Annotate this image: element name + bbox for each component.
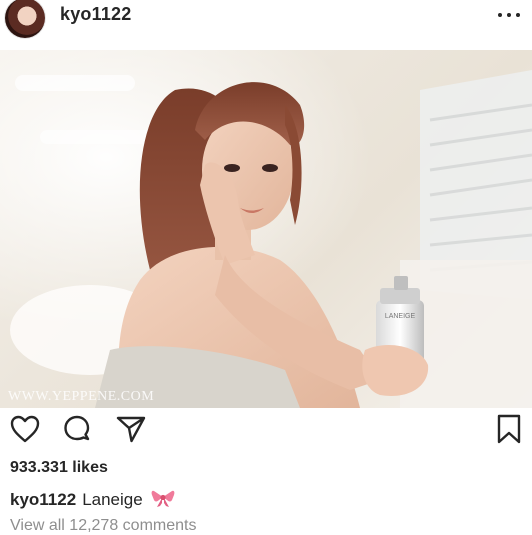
- avatar[interactable]: [5, 0, 45, 38]
- photo-illustration: LANEIGE WWW.YEPPENE.COM: [0, 50, 532, 408]
- view-all-comments-link[interactable]: View all 12,278 comments: [10, 517, 196, 535]
- bookmark-icon[interactable]: [492, 412, 526, 446]
- more-horizontal-icon: [498, 13, 502, 17]
- post-caption: kyo1122 Laneige: [10, 488, 175, 510]
- action-bar: [0, 408, 532, 448]
- post-header: kyo1122: [0, 0, 532, 50]
- likes-count[interactable]: 933.331 likes: [10, 459, 108, 477]
- paper-plane-icon[interactable]: [114, 412, 148, 446]
- ribbon-bow-emoji: [152, 490, 175, 507]
- post-username[interactable]: kyo1122: [60, 4, 131, 25]
- caption-username[interactable]: kyo1122: [10, 490, 76, 509]
- more-options-button[interactable]: [498, 8, 520, 22]
- svg-text:LANEIGE: LANEIGE: [385, 313, 416, 320]
- post-photo[interactable]: LANEIGE WWW.YEPPENE.COM: [0, 50, 532, 408]
- watermark-text: WWW.YEPPENE.COM: [8, 389, 154, 404]
- caption-text: Laneige: [82, 490, 143, 509]
- comment-bubble-icon[interactable]: [60, 412, 94, 446]
- heart-icon[interactable]: [8, 412, 42, 446]
